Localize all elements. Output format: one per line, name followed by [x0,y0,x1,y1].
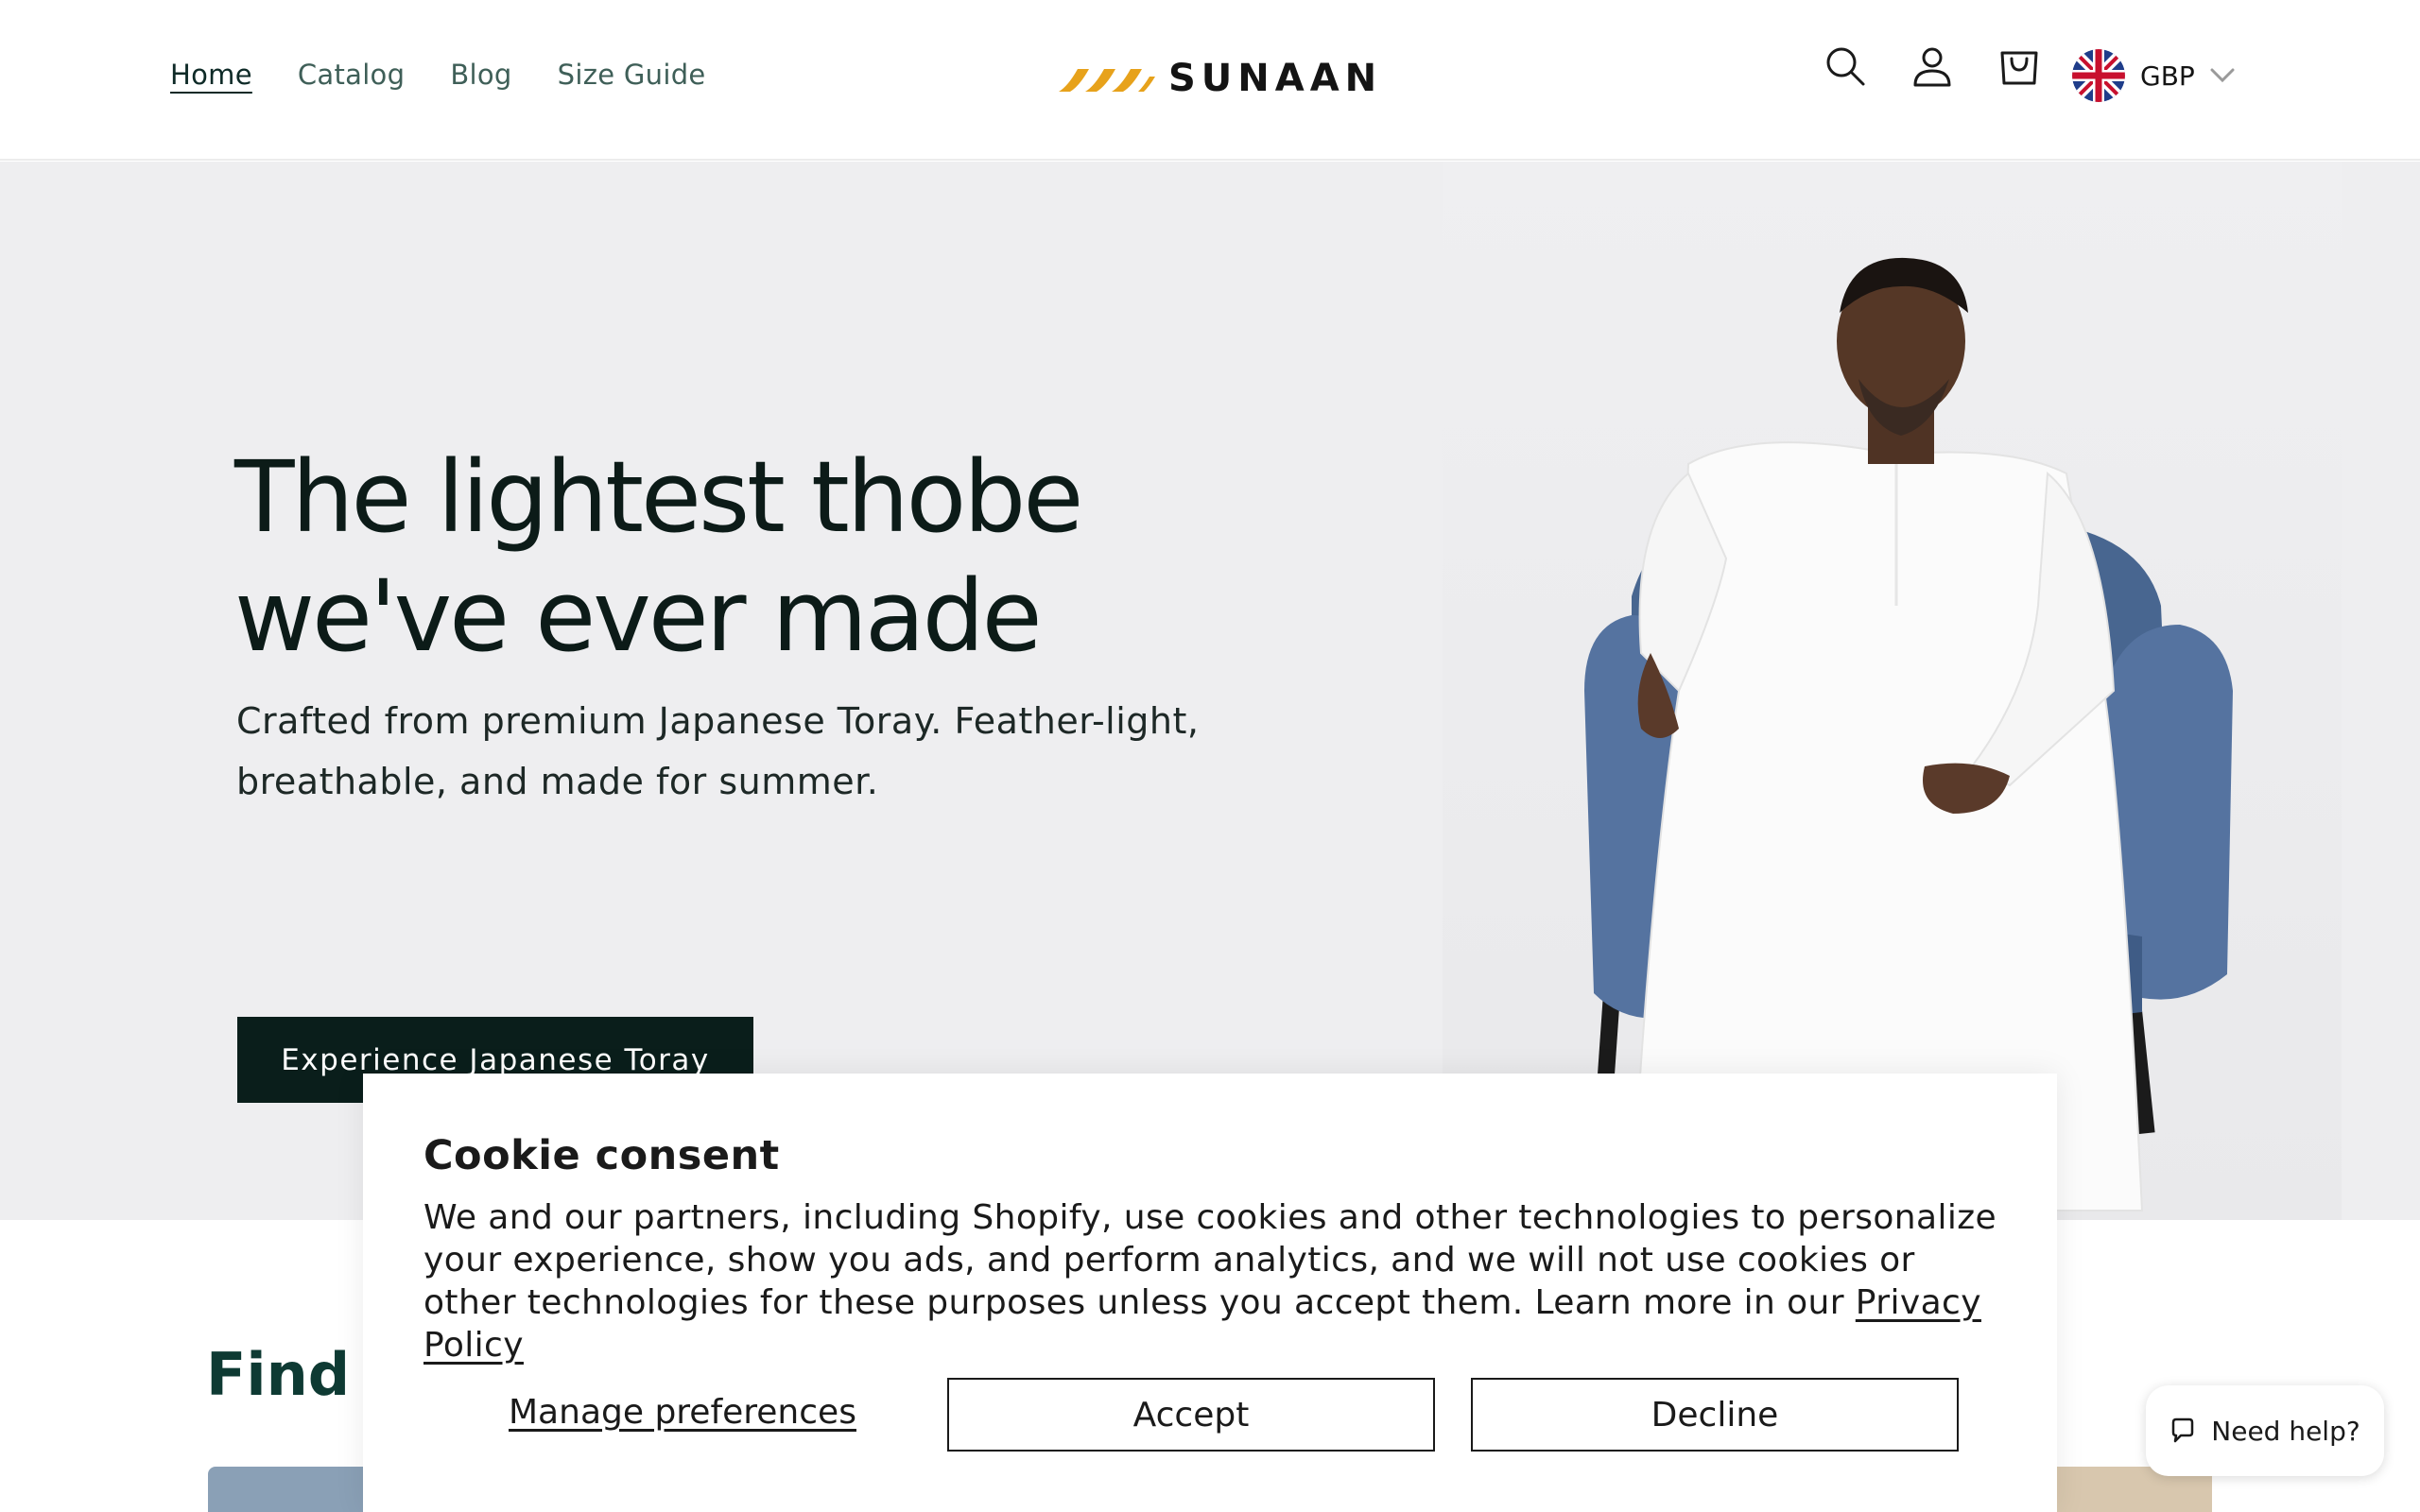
main-nav: Home Catalog Blog Size Guide [170,59,706,91]
chat-bubble-icon [2172,1418,2194,1443]
nav-catalog[interactable]: Catalog [298,59,405,91]
hero-banner: The lightest thobe we've ever made Craft… [0,162,2420,1220]
cookie-body-text: We and our partners, including Shopify, … [424,1198,1997,1322]
nav-size-guide[interactable]: Size Guide [558,59,706,91]
search-icon[interactable] [1824,45,1866,87]
hero-image [1443,162,2342,1220]
man-in-armchair-image [1584,257,2233,1211]
decline-button[interactable]: Decline [1471,1378,1959,1452]
uk-flag-icon [2072,49,2125,102]
nav-blog[interactable]: Blog [450,59,511,91]
hero-title: The lightest thobe we've ever made [234,439,1083,674]
account-icon[interactable] [1911,45,1953,87]
currency-selector[interactable]: GBP [2072,49,2235,102]
header-actions [1824,45,2040,87]
cookie-title: Cookie consent [424,1132,780,1179]
currency-label: GBP [2140,60,2195,92]
cookie-consent-dialog: Cookie consent We and our partners, incl… [363,1074,2057,1512]
brand-logo[interactable]: SUNAAN [1057,57,1382,100]
hero-side-strip [2342,162,2420,1220]
help-label: Need help? [2211,1415,2360,1447]
cart-icon[interactable] [1998,45,2040,87]
chevron-down-icon [2210,68,2235,83]
nav-home[interactable]: Home [170,59,252,91]
help-chat-button[interactable]: Need help? [2146,1385,2384,1476]
hero-subtitle: Crafted from premium Japanese Toray. Fea… [236,700,1200,802]
manage-preferences-button[interactable]: Manage preferences [509,1393,856,1432]
site-header: Home Catalog Blog Size Guide SUNAAN GBP [0,0,2420,161]
cookie-body: We and our partners, including Shopify, … [424,1196,2012,1366]
accept-button[interactable]: Accept [947,1378,1435,1452]
brand-mark-icon [1059,69,1155,92]
brand-name: SUNAAN [1168,57,1383,100]
